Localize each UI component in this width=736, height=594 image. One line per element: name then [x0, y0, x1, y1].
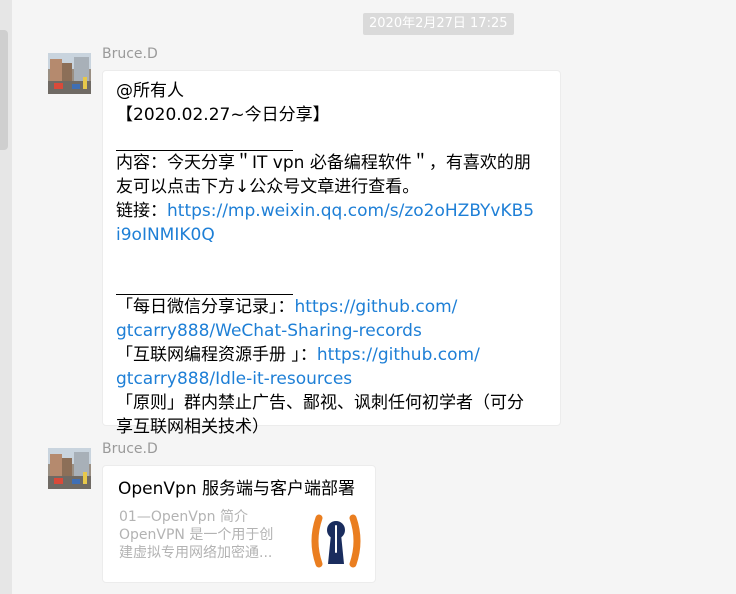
message-timestamp: 2020年2月27日 17:25 [363, 13, 514, 35]
message-line: 友可以点击下方↓公众号文章进行查看。 [116, 177, 420, 197]
article-card-description: 01—OpenVpn 简介 OpenVPN 是一个用于创 建虚拟专用网络加密通.… [119, 508, 299, 562]
link-label: 链接： [116, 201, 167, 221]
github-link-it-resources-continued[interactable]: gtcarry888/Idle-it-resources [116, 369, 352, 389]
scrollbar-thumb[interactable] [0, 30, 8, 150]
message-line: @所有人 [116, 81, 184, 101]
card-desc-line: 建虚拟专用网络加密通... [119, 545, 273, 561]
sender-name: Bruce.D [102, 46, 158, 62]
article-card-title: OpenVpn 服务端与客户端部署 [118, 479, 356, 499]
article-link[interactable]: https://mp.weixin.qq.com/s/zo2oHZBYvKB5 [167, 201, 534, 221]
github-link-sharing-records-continued[interactable]: gtcarry888/WeChat-Sharing-records [116, 321, 422, 341]
openvpn-logo-icon [311, 514, 361, 568]
message-line: 内容：今天分享＂IT vpn 必备编程软件＂，有喜欢的朋 [116, 153, 531, 173]
card-desc-line: OpenVPN 是一个用于创 [119, 527, 274, 543]
article-link-continued[interactable]: i9oINMIK0Q [116, 225, 215, 245]
message-line: 【2020.02.27~今日分享】 [116, 105, 330, 125]
article-card[interactable]: OpenVpn 服务端与客户端部署 01—OpenVpn 简介 OpenVPN … [102, 465, 376, 583]
sender-name: Bruce.D [102, 441, 158, 457]
card-desc-line: 01—OpenVpn 简介 [119, 509, 248, 525]
link-label: 「互联网编程资源手册 」： [116, 345, 317, 365]
github-link-sharing-records[interactable]: https://github.com/ [295, 297, 458, 317]
divider-line [116, 127, 293, 151]
message-line: 「原则」群内禁止广告、鄙视、讽刺任何初学者（可分 [116, 393, 524, 413]
message-line: 享互联网相关技术） [116, 417, 269, 437]
link-label: 「每日微信分享记录」： [116, 297, 295, 317]
sender-avatar[interactable] [48, 448, 91, 489]
divider-line [116, 271, 293, 295]
text-message-bubble[interactable]: @所有人 【2020.02.27~今日分享】 内容：今天分享＂IT vpn 必备… [102, 70, 561, 437]
conversation-list-scrollbar[interactable] [0, 0, 12, 594]
sender-avatar[interactable] [48, 53, 91, 94]
github-link-it-resources[interactable]: https://github.com/ [317, 345, 480, 365]
